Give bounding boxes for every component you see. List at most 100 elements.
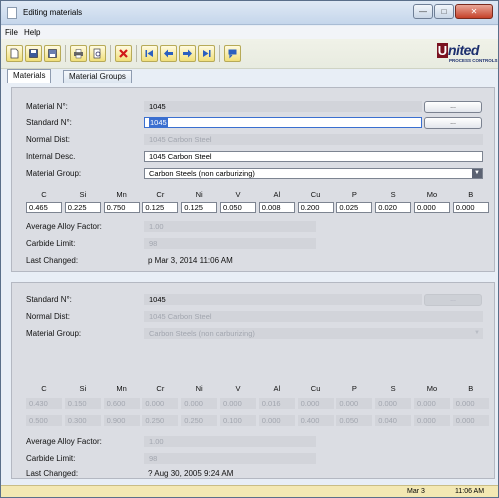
logo-u-mark: U	[437, 43, 448, 58]
material-no-browse-button[interactable]: ...	[424, 101, 482, 113]
element-value-input-cr[interactable]: 0.125	[142, 202, 179, 213]
element-value-input-mn[interactable]: 0.750	[103, 202, 140, 213]
std-element-max-cu: 0.400	[297, 415, 334, 426]
std-element-max-cr: 0.250	[142, 415, 179, 426]
close-button[interactable]: ✕	[455, 4, 493, 19]
save-button[interactable]	[25, 45, 42, 62]
save-as-button[interactable]	[44, 45, 61, 62]
std-carbide-limit-field: 98	[144, 453, 316, 464]
element-value-input-v[interactable]: 0.050	[220, 202, 256, 213]
save-as-icon	[48, 49, 57, 58]
last-changed-label: Last Changed:	[26, 256, 79, 265]
status-date: Mar 3	[407, 488, 425, 495]
std-carbide-limit-label: Carbide Limit:	[26, 454, 76, 463]
menu-file[interactable]: File	[5, 28, 18, 37]
std-element-header-al: Al	[273, 384, 281, 393]
std-element-min-mn: 0.600	[103, 398, 140, 409]
carbide-limit-field: 98	[144, 238, 316, 249]
toolbar-separator	[110, 45, 111, 62]
std-element-min-ni: 0.000	[181, 398, 218, 409]
new-button[interactable]	[6, 45, 23, 62]
alloy-factor-label: Average Alloy Factor:	[26, 222, 102, 231]
element-value-input-si[interactable]: 0.225	[64, 202, 101, 213]
element-header-v: V	[235, 190, 241, 199]
first-record-button[interactable]	[141, 45, 158, 62]
standard-panel: Standard N°: 1045 ... Normal Dist: 1045 …	[11, 282, 495, 479]
element-header-p: P	[351, 190, 357, 199]
print-preview-icon	[93, 48, 101, 59]
standard-no-label: Standard N°:	[26, 118, 72, 127]
standard-no-browse-button[interactable]: ...	[424, 117, 482, 129]
menu-help[interactable]: Help	[24, 28, 40, 37]
close-icon: ✕	[470, 7, 478, 16]
std-element-header-cr: Cr	[156, 384, 165, 393]
new-document-icon	[10, 48, 19, 59]
normal-dist-label: Normal Dist:	[26, 135, 71, 144]
logo-main-text: nited	[448, 42, 479, 58]
std-standard-no-label: Standard N°:	[26, 295, 72, 304]
arrow-left-icon	[164, 49, 173, 58]
toolbar-separator	[219, 45, 220, 62]
toolbar-separator	[136, 45, 137, 62]
std-last-changed-value: ? Aug 30, 2005 9:24 AM	[148, 469, 234, 478]
std-element-min-s: 0.000	[375, 398, 412, 409]
exit-button[interactable]	[224, 45, 241, 62]
std-normal-dist-label: Normal Dist:	[26, 312, 71, 321]
std-element-header-mn: Mn	[116, 384, 127, 393]
element-value-input-c[interactable]: 0.465	[26, 202, 62, 213]
std-element-header-mo: Mo	[426, 384, 438, 393]
element-header-mn: Mn	[116, 190, 127, 199]
std-element-header-ni: Ni	[195, 384, 203, 393]
standard-no-input[interactable]: 1045	[144, 117, 422, 128]
material-group-label: Material Group:	[26, 169, 82, 178]
std-alloy-factor-field: 1.00	[144, 436, 316, 447]
chevron-down-icon[interactable]: ▼	[472, 169, 482, 178]
element-value-input-al[interactable]: 0.008	[258, 202, 295, 213]
material-group-select[interactable]: Carbon Steels (non carburizing) ▼	[144, 168, 483, 179]
std-element-min-si: 0.150	[64, 398, 101, 409]
std-element-min-al: 0.016	[258, 398, 295, 409]
tab-material-groups[interactable]: Material Groups	[63, 70, 132, 83]
tab-materials[interactable]: Materials	[7, 69, 52, 83]
std-element-min-b: 0.000	[452, 398, 489, 409]
minimize-button[interactable]: —	[413, 4, 433, 19]
element-header-cu: Cu	[310, 190, 321, 199]
app-window: Editing materials — □ ✕ File Help U nite…	[0, 0, 499, 498]
exit-arrow-icon	[228, 49, 237, 59]
material-no-field: 1045	[144, 101, 422, 112]
std-browse-button[interactable]: ...	[424, 294, 482, 306]
minimize-icon: —	[419, 7, 427, 16]
maximize-icon: □	[441, 7, 447, 16]
element-value-input-s[interactable]: 0.020	[375, 202, 412, 213]
toolbar: U nited PROCESS CONTROLS	[1, 39, 498, 69]
material-no-label: Material N°:	[26, 102, 68, 111]
std-material-group-value: Carbon Steels (non carburizing)	[149, 329, 255, 338]
element-value-input-b[interactable]: 0.000	[452, 202, 489, 213]
element-value-input-mo[interactable]: 0.000	[414, 202, 450, 213]
element-value-input-cu[interactable]: 0.200	[297, 202, 334, 213]
internal-desc-label: Internal Desc.	[26, 152, 76, 161]
delete-button[interactable]	[115, 45, 132, 62]
last-record-icon	[203, 50, 211, 57]
status-time: 11:06 AM	[455, 488, 485, 495]
tab-strip: Materials Material Groups	[1, 69, 498, 83]
previous-record-button[interactable]	[160, 45, 177, 62]
last-record-button[interactable]	[198, 45, 215, 62]
element-header-b: B	[468, 190, 474, 199]
print-button[interactable]	[70, 45, 87, 62]
std-element-header-si: Si	[79, 384, 87, 393]
next-record-button[interactable]	[179, 45, 196, 62]
maximize-button[interactable]: □	[434, 4, 454, 19]
std-material-group-select: Carbon Steels (non carburizing) ▼	[144, 328, 483, 339]
element-value-input-ni[interactable]: 0.125	[181, 202, 218, 213]
std-element-max-v: 0.100	[220, 415, 256, 426]
print-preview-button[interactable]	[89, 45, 106, 62]
std-standard-no-field: 1045	[144, 294, 422, 305]
app-icon	[7, 7, 17, 19]
element-header-ni: Ni	[195, 190, 203, 199]
normal-dist-field: 1045 Carbon Steel	[144, 134, 483, 145]
internal-desc-input[interactable]: 1045 Carbon Steel	[144, 151, 483, 162]
std-last-changed-label: Last Changed:	[26, 469, 79, 478]
std-element-header-c: C	[41, 384, 47, 393]
element-value-input-p[interactable]: 0.025	[336, 202, 373, 213]
